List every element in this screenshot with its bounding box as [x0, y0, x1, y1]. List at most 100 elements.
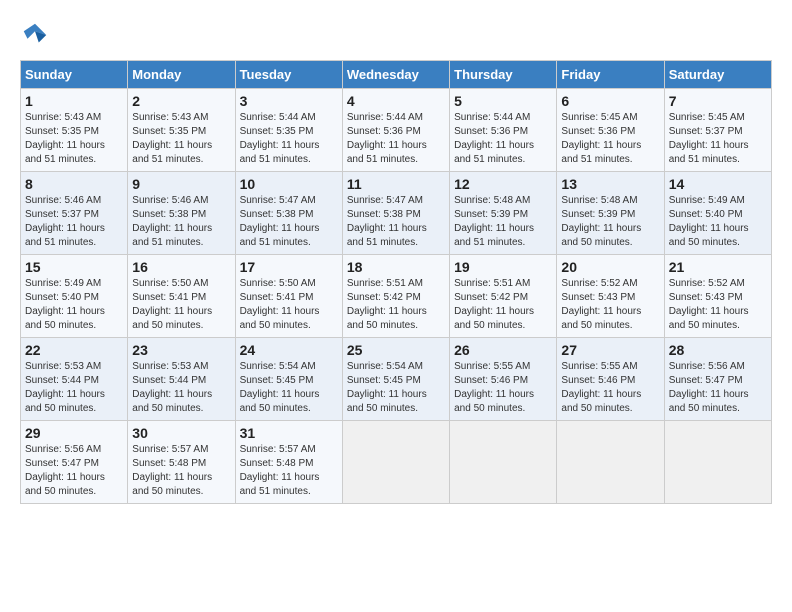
day-info: Sunrise: 5:57 AM Sunset: 5:48 PM Dayligh… [240, 443, 338, 499]
day-cell: 5 Sunrise: 5:44 AM Sunset: 5:36 PM Daylig… [450, 89, 557, 172]
day-number: 1 [25, 93, 123, 109]
day-number: 8 [25, 176, 123, 192]
day-header-monday: Monday [128, 61, 235, 89]
day-number: 22 [25, 342, 123, 358]
day-cell: 12 Sunrise: 5:48 AM Sunset: 5:39 PM Dayli… [450, 172, 557, 255]
day-cell: 30 Sunrise: 5:57 AM Sunset: 5:48 PM Dayli… [128, 421, 235, 504]
day-number: 11 [347, 176, 445, 192]
day-number: 20 [561, 259, 659, 275]
day-number: 7 [669, 93, 767, 109]
day-number: 21 [669, 259, 767, 275]
day-info: Sunrise: 5:45 AM Sunset: 5:36 PM Dayligh… [561, 111, 659, 167]
day-number: 4 [347, 93, 445, 109]
day-number: 2 [132, 93, 230, 109]
day-info: Sunrise: 5:44 AM Sunset: 5:36 PM Dayligh… [454, 111, 552, 167]
day-number: 6 [561, 93, 659, 109]
day-number: 5 [454, 93, 552, 109]
day-info: Sunrise: 5:56 AM Sunset: 5:47 PM Dayligh… [25, 443, 123, 499]
day-cell: 9 Sunrise: 5:46 AM Sunset: 5:38 PM Daylig… [128, 172, 235, 255]
week-row-1: 1 Sunrise: 5:43 AM Sunset: 5:35 PM Daylig… [21, 89, 772, 172]
day-cell: 28Sunrise: 5:56 AM Sunset: 5:47 PM Dayli… [664, 338, 771, 421]
day-cell: 20Sunrise: 5:52 AM Sunset: 5:43 PM Dayli… [557, 255, 664, 338]
week-row-4: 22 Sunrise: 5:53 AM Sunset: 5:44 PM Dayli… [21, 338, 772, 421]
day-cell: 15 Sunrise: 5:49 AM Sunset: 5:40 PM Dayli… [21, 255, 128, 338]
week-row-5: 29 Sunrise: 5:56 AM Sunset: 5:47 PM Dayli… [21, 421, 772, 504]
day-number: 14 [669, 176, 767, 192]
day-number: 30 [132, 425, 230, 441]
day-info: Sunrise: 5:47 AM Sunset: 5:38 PM Dayligh… [240, 194, 338, 250]
day-info: Sunrise: 5:46 AM Sunset: 5:38 PM Dayligh… [132, 194, 230, 250]
day-cell: 25 Sunrise: 5:54 AM Sunset: 5:45 PM Dayli… [342, 338, 449, 421]
day-info: Sunrise: 5:49 AM Sunset: 5:40 PM Dayligh… [25, 277, 123, 333]
logo-icon [20, 20, 50, 50]
day-info: Sunrise: 5:51 AM Sunset: 5:42 PM Dayligh… [454, 277, 552, 333]
day-number: 31 [240, 425, 338, 441]
day-cell: 29 Sunrise: 5:56 AM Sunset: 5:47 PM Dayli… [21, 421, 128, 504]
day-info: Sunrise: 5:55 AM Sunset: 5:46 PM Dayligh… [454, 360, 552, 416]
day-number: 9 [132, 176, 230, 192]
day-info: Sunrise: 5:46 AM Sunset: 5:37 PM Dayligh… [25, 194, 123, 250]
day-cell: 18 Sunrise: 5:51 AM Sunset: 5:42 PM Dayli… [342, 255, 449, 338]
day-cell: 6 Sunrise: 5:45 AM Sunset: 5:36 PM Daylig… [557, 89, 664, 172]
day-cell: 4 Sunrise: 5:44 AM Sunset: 5:36 PM Daylig… [342, 89, 449, 172]
day-number: 10 [240, 176, 338, 192]
day-info: Sunrise: 5:57 AM Sunset: 5:48 PM Dayligh… [132, 443, 230, 499]
day-cell: 11Sunrise: 5:47 AM Sunset: 5:38 PM Dayli… [342, 172, 449, 255]
day-cell [557, 421, 664, 504]
day-header-tuesday: Tuesday [235, 61, 342, 89]
day-info: Sunrise: 5:56 AM Sunset: 5:47 PM Dayligh… [669, 360, 767, 416]
day-header-saturday: Saturday [664, 61, 771, 89]
day-cell: 27 Sunrise: 5:55 AM Sunset: 5:46 PM Dayli… [557, 338, 664, 421]
day-header-thursday: Thursday [450, 61, 557, 89]
day-number: 27 [561, 342, 659, 358]
day-number: 29 [25, 425, 123, 441]
day-cell [450, 421, 557, 504]
day-cell [664, 421, 771, 504]
day-info: Sunrise: 5:48 AM Sunset: 5:39 PM Dayligh… [454, 194, 552, 250]
day-cell: 26 Sunrise: 5:55 AM Sunset: 5:46 PM Dayli… [450, 338, 557, 421]
day-cell: 21 Sunrise: 5:52 AM Sunset: 5:43 PM Dayli… [664, 255, 771, 338]
day-info: Sunrise: 5:45 AM Sunset: 5:37 PM Dayligh… [669, 111, 767, 167]
page-header [20, 20, 772, 50]
day-cell: 31 Sunrise: 5:57 AM Sunset: 5:48 PM Dayli… [235, 421, 342, 504]
day-number: 3 [240, 93, 338, 109]
day-cell: 19Sunrise: 5:51 AM Sunset: 5:42 PM Dayli… [450, 255, 557, 338]
day-info: Sunrise: 5:54 AM Sunset: 5:45 PM Dayligh… [240, 360, 338, 416]
day-info: Sunrise: 5:53 AM Sunset: 5:44 PM Dayligh… [25, 360, 123, 416]
day-info: Sunrise: 5:52 AM Sunset: 5:43 PM Dayligh… [669, 277, 767, 333]
day-header-wednesday: Wednesday [342, 61, 449, 89]
day-cell: 1 Sunrise: 5:43 AM Sunset: 5:35 PM Daylig… [21, 89, 128, 172]
day-number: 13 [561, 176, 659, 192]
day-number: 17 [240, 259, 338, 275]
calendar-table: SundayMondayTuesdayWednesdayThursdayFrid… [20, 60, 772, 504]
day-cell: 13 Sunrise: 5:48 AM Sunset: 5:39 PM Dayli… [557, 172, 664, 255]
day-info: Sunrise: 5:49 AM Sunset: 5:40 PM Dayligh… [669, 194, 767, 250]
day-info: Sunrise: 5:50 AM Sunset: 5:41 PM Dayligh… [132, 277, 230, 333]
day-cell: 22 Sunrise: 5:53 AM Sunset: 5:44 PM Dayli… [21, 338, 128, 421]
day-number: 18 [347, 259, 445, 275]
day-header-friday: Friday [557, 61, 664, 89]
week-row-3: 15 Sunrise: 5:49 AM Sunset: 5:40 PM Dayli… [21, 255, 772, 338]
day-info: Sunrise: 5:43 AM Sunset: 5:35 PM Dayligh… [25, 111, 123, 167]
day-cell: 10 Sunrise: 5:47 AM Sunset: 5:38 PM Dayli… [235, 172, 342, 255]
day-number: 23 [132, 342, 230, 358]
day-cell: 17Sunrise: 5:50 AM Sunset: 5:41 PM Dayli… [235, 255, 342, 338]
day-header-sunday: Sunday [21, 61, 128, 89]
day-cell: 16Sunrise: 5:50 AM Sunset: 5:41 PM Dayli… [128, 255, 235, 338]
day-info: Sunrise: 5:44 AM Sunset: 5:36 PM Dayligh… [347, 111, 445, 167]
day-info: Sunrise: 5:55 AM Sunset: 5:46 PM Dayligh… [561, 360, 659, 416]
day-cell: 24 Sunrise: 5:54 AM Sunset: 5:45 PM Dayli… [235, 338, 342, 421]
day-info: Sunrise: 5:54 AM Sunset: 5:45 PM Dayligh… [347, 360, 445, 416]
day-cell: 14 Sunrise: 5:49 AM Sunset: 5:40 PM Dayli… [664, 172, 771, 255]
day-cell: 23Sunrise: 5:53 AM Sunset: 5:44 PM Dayli… [128, 338, 235, 421]
day-info: Sunrise: 5:48 AM Sunset: 5:39 PM Dayligh… [561, 194, 659, 250]
day-cell [342, 421, 449, 504]
calendar-header-row: SundayMondayTuesdayWednesdayThursdayFrid… [21, 61, 772, 89]
day-number: 12 [454, 176, 552, 192]
day-number: 26 [454, 342, 552, 358]
day-info: Sunrise: 5:51 AM Sunset: 5:42 PM Dayligh… [347, 277, 445, 333]
day-number: 25 [347, 342, 445, 358]
day-info: Sunrise: 5:44 AM Sunset: 5:35 PM Dayligh… [240, 111, 338, 167]
day-number: 24 [240, 342, 338, 358]
day-number: 15 [25, 259, 123, 275]
